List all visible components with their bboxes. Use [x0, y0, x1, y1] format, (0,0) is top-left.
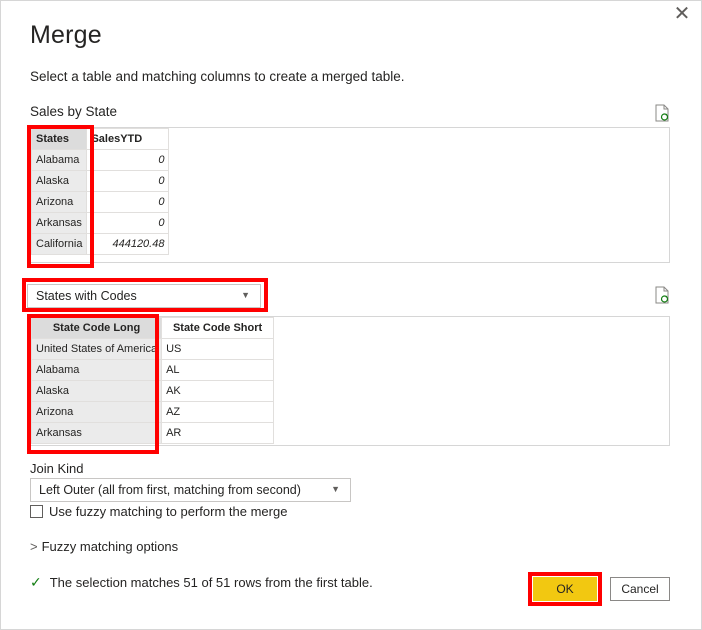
column-header-state-code-short[interactable]: State Code Short [161, 317, 275, 339]
second-table-dropdown[interactable]: States with Codes ▼ [27, 284, 261, 308]
table-cell: Alabama [31, 149, 88, 171]
table-row: Arizona 0 [31, 191, 170, 213]
table-row: Alabama AL [31, 359, 275, 381]
table-row: Arkansas 0 [31, 212, 170, 234]
cancel-button[interactable]: Cancel [610, 577, 670, 601]
first-table-preview: States SalesYTD Alabama 0 Alaska 0 Arizo… [30, 127, 670, 263]
table-cell: Alabama [31, 359, 163, 381]
ok-button[interactable]: OK [533, 577, 597, 601]
table-cell: 0 [86, 170, 170, 192]
second-table-grid: State Code Long State Code Short United … [31, 317, 275, 444]
fuzzy-matching-options-toggle[interactable]: > Fuzzy matching options [30, 539, 178, 554]
table-cell: 0 [86, 212, 170, 234]
chevron-down-icon: ▼ [241, 290, 250, 300]
table-row: California 444120.48 [31, 233, 170, 255]
table-cell: AK [161, 380, 275, 402]
table-cell: Arizona [31, 191, 88, 213]
table-cell: 0 [86, 149, 170, 171]
table-cell: Arizona [31, 401, 163, 423]
table-cell: Alaska [31, 380, 163, 402]
checkmark-icon: ✓ [30, 574, 42, 590]
table-cell: AL [161, 359, 275, 381]
join-kind-dropdown[interactable]: Left Outer (all from first, matching fro… [30, 478, 351, 502]
join-kind-label: Join Kind [30, 461, 84, 476]
table-row: Arkansas AR [31, 422, 275, 444]
table-cell: United States of America [31, 338, 163, 360]
chevron-down-icon: ▼ [331, 484, 340, 494]
table-cell: Arkansas [31, 212, 88, 234]
table-cell: California [31, 233, 88, 255]
fuzzy-matching-checkbox[interactable] [30, 505, 43, 518]
table-cell: 444120.48 [86, 233, 170, 255]
fuzzy-matching-checkbox-label[interactable]: Use fuzzy matching to perform the merge [49, 504, 287, 519]
column-header-salesytd[interactable]: SalesYTD [86, 128, 170, 150]
table-row: Alaska 0 [31, 170, 170, 192]
merge-dialog: ✕ Merge Select a table and matching colu… [0, 0, 702, 630]
join-kind-dropdown-value: Left Outer (all from first, matching fro… [39, 483, 301, 497]
second-table-dropdown-value: States with Codes [36, 289, 137, 303]
table-row: United States of America US [31, 338, 275, 360]
table-row: Arizona AZ [31, 401, 275, 423]
table-row: Alaska AK [31, 380, 275, 402]
refresh-icon[interactable] [655, 286, 669, 304]
table-cell: AZ [161, 401, 275, 423]
dialog-title: Merge [30, 21, 102, 49]
table-cell: Alaska [31, 170, 88, 192]
table-cell: Arkansas [31, 422, 163, 444]
table-header-row: States SalesYTD [31, 128, 170, 150]
first-table-name: Sales by State [30, 104, 118, 119]
column-header-state-code-long[interactable]: State Code Long [31, 317, 163, 339]
column-header-states[interactable]: States [31, 128, 88, 150]
refresh-icon[interactable] [655, 104, 669, 122]
table-cell: 0 [86, 191, 170, 213]
fuzzy-matching-options-label: Fuzzy matching options [41, 539, 179, 554]
table-cell: AR [161, 422, 275, 444]
table-header-row: State Code Long State Code Short [31, 317, 275, 339]
chevron-right-icon: > [30, 539, 38, 554]
close-icon[interactable]: ✕ [673, 4, 691, 24]
match-status-text: The selection matches 51 of 51 rows from… [49, 575, 373, 590]
second-table-preview: State Code Long State Code Short United … [30, 316, 670, 446]
table-cell: US [161, 338, 275, 360]
table-row: Alabama 0 [31, 149, 170, 171]
match-status: ✓ The selection matches 51 of 51 rows fro… [30, 574, 373, 591]
first-table-grid: States SalesYTD Alabama 0 Alaska 0 Arizo… [31, 128, 170, 255]
dialog-subtitle: Select a table and matching columns to c… [30, 69, 405, 84]
